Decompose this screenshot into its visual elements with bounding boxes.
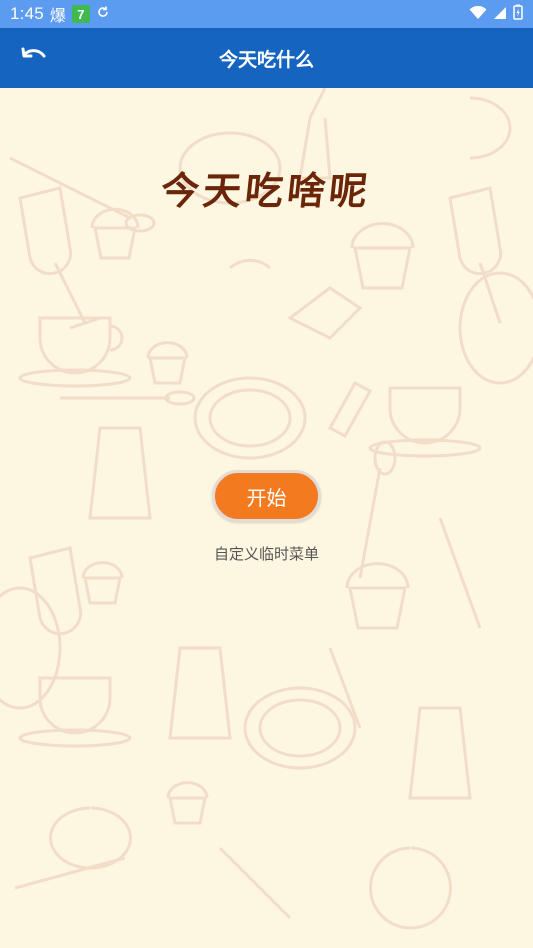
battery-charging-icon: [513, 4, 523, 24]
page-title: 今天吃什么: [218, 48, 314, 71]
main-content: 今天吃啥呢 开始 自定义临时菜单: [0, 88, 533, 948]
back-button[interactable]: [14, 44, 54, 72]
status-left: 1:45 爆 7: [10, 2, 110, 26]
undo-arrow-icon: [21, 46, 47, 70]
hero-title: 今天吃啥呢: [158, 168, 374, 213]
status-time: 1:45: [10, 4, 44, 23]
start-button[interactable]: 开始: [212, 470, 321, 522]
custom-menu-link[interactable]: 自定义临时菜单: [0, 543, 533, 564]
status-right: [469, 4, 523, 24]
signal-icon: [493, 5, 507, 24]
app-notification-glyph: 爆: [49, 8, 66, 25]
sync-icon: [96, 4, 110, 24]
wifi-icon: [469, 5, 487, 24]
notification-badge: 7: [71, 5, 90, 23]
app-bar: 今天吃什么: [0, 28, 533, 88]
status-bar: 1:45 爆 7: [0, 0, 533, 28]
